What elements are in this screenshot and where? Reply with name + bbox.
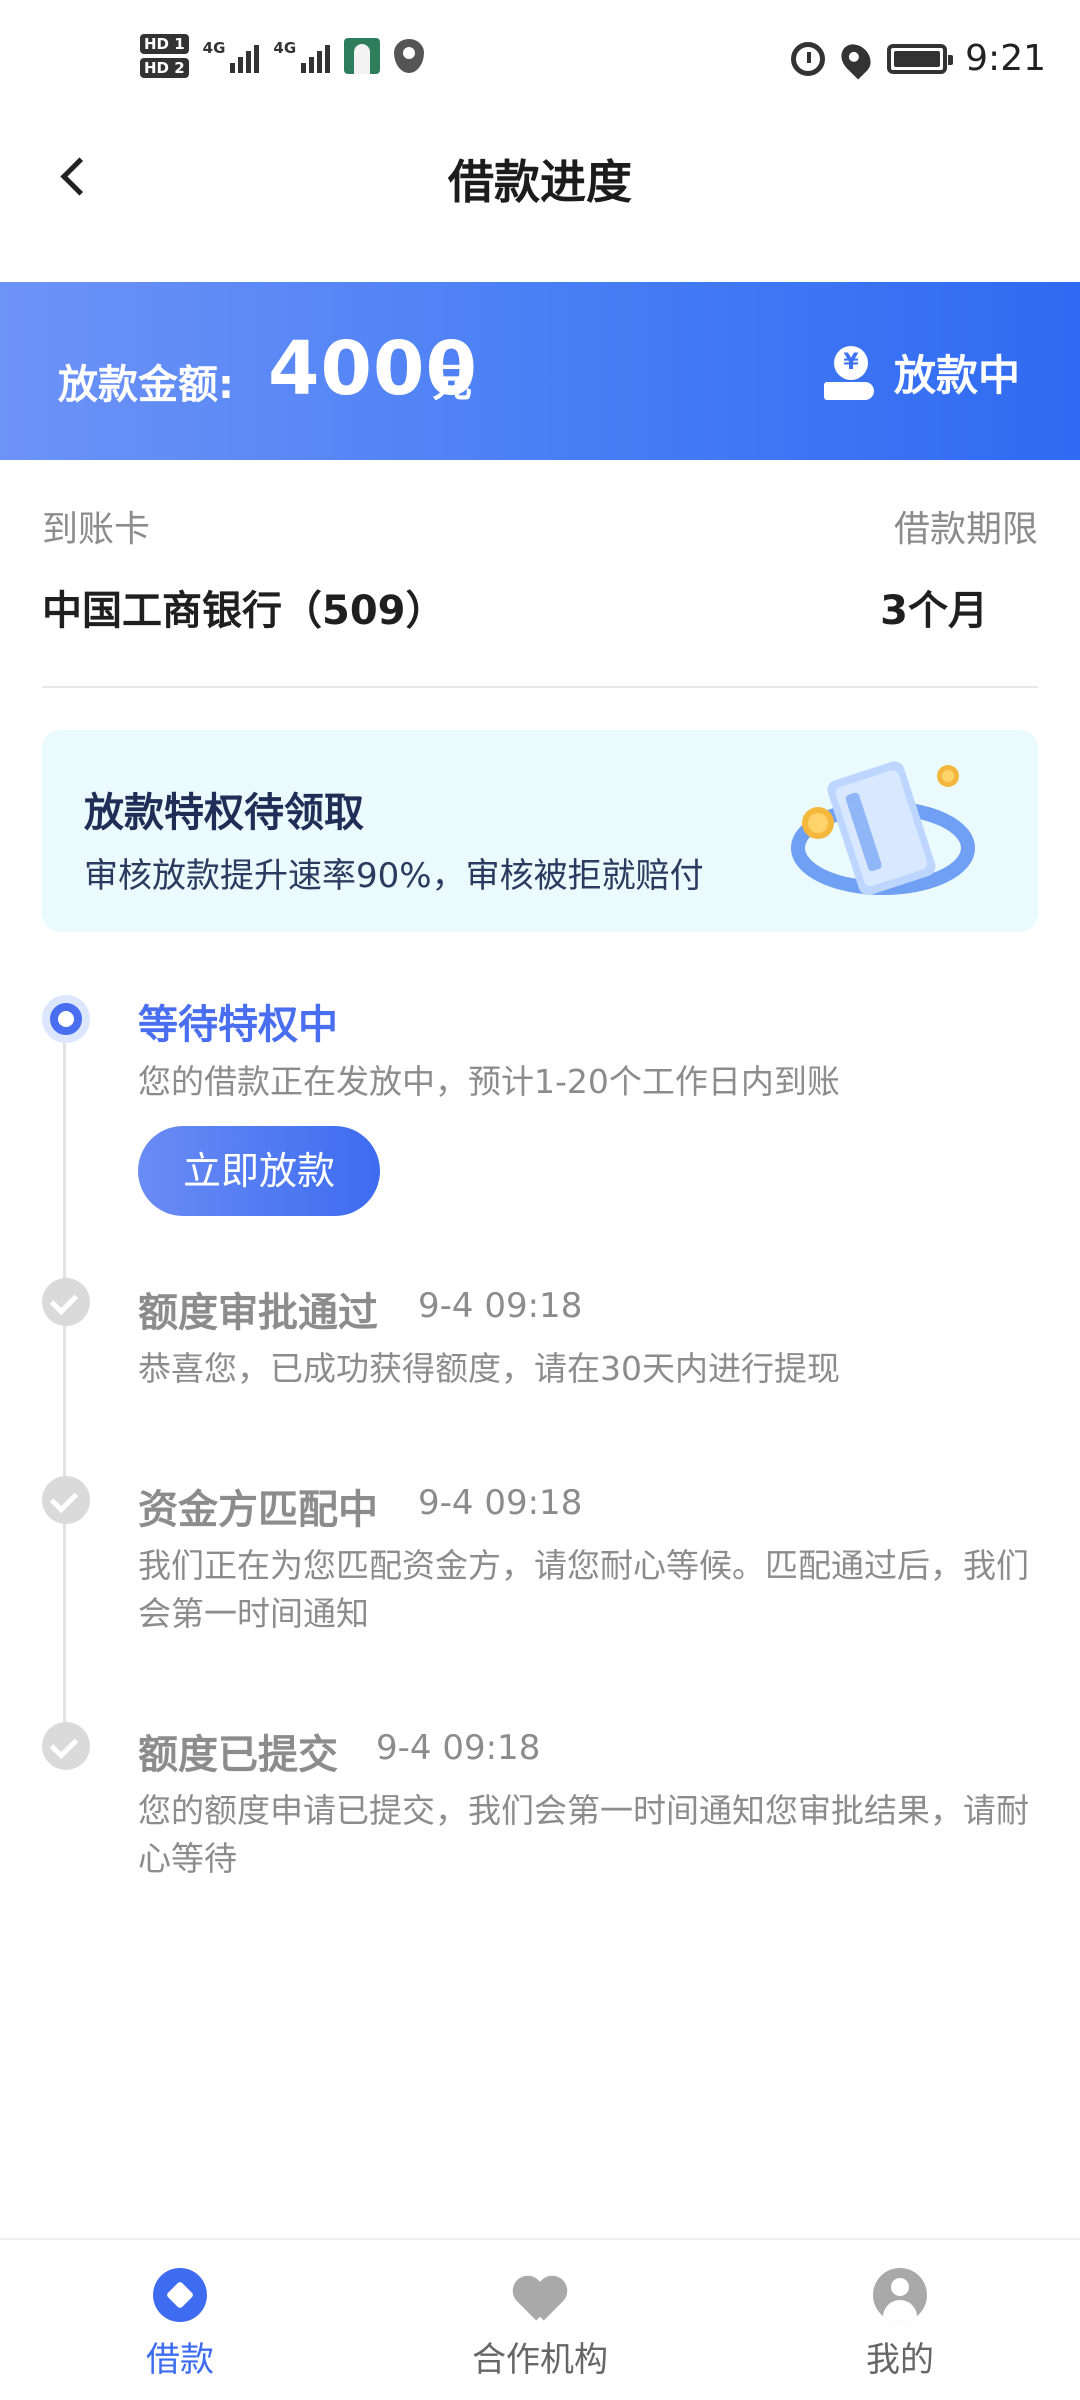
privilege-title: 放款特权待领取	[84, 790, 364, 836]
card-label: 到账卡	[42, 509, 151, 550]
status-bar-right: 9:21	[791, 37, 1046, 80]
tab-partners[interactable]: 合作机构	[440, 2268, 640, 2381]
alarm-icon	[791, 41, 826, 76]
page-title: 借款进度	[448, 155, 632, 209]
step-time: 9-4 09:18	[418, 1286, 583, 1326]
step-active-dot-icon	[42, 995, 90, 1043]
shield-icon	[394, 39, 425, 73]
loan-amount-banner: 放款金额: 4000 元 ¥ 放款中	[0, 282, 1080, 460]
hd2-badge: HD 2	[140, 58, 189, 78]
loan-status: ¥ 放款中	[823, 342, 1020, 403]
timeline-line	[63, 1030, 66, 1750]
step-desc: 您的借款正在发放中，预计1-20个工作日内到账	[138, 1062, 840, 1101]
network-1-label: 4G	[202, 39, 226, 57]
term-label: 借款期限	[893, 509, 1038, 550]
step-title: 等待特权中	[138, 1002, 338, 1048]
status-text: 放款中	[893, 351, 1020, 400]
step-desc: 您的额度申请已提交，我们会第一时间通知您审批结果，请耐心等待	[138, 1791, 1029, 1878]
step-time: 9-4 09:18	[418, 1483, 583, 1523]
nav-bar: 借款进度	[0, 110, 1080, 280]
amount-label: 放款金额:	[58, 362, 234, 408]
step-title: 资金方匹配中	[138, 1487, 378, 1533]
amount-unit: 元	[432, 360, 472, 406]
tab-label: 合作机构	[472, 2340, 608, 2380]
signal-2-icon: 4G	[273, 39, 331, 73]
step-time: 9-4 09:18	[376, 1728, 541, 1768]
step-title: 额度已提交	[138, 1732, 338, 1778]
notification-avatar-icon	[344, 38, 381, 74]
check-circle-icon	[42, 1476, 90, 1524]
partner-icon	[513, 2268, 567, 2322]
step-desc: 我们正在为您匹配资金方，请您耐心等候。匹配通过后，我们会第一时间通知	[138, 1546, 1029, 1633]
hd-indicators: HD 1 HD 2	[140, 34, 189, 78]
loan-icon	[153, 2268, 207, 2322]
card-coin-illustration-icon	[791, 761, 975, 896]
tab-label: 借款	[146, 2340, 214, 2380]
privilege-card[interactable]: 放款特权待领取 审核放款提升速率90%，审核被拒就赔付	[42, 730, 1038, 932]
check-circle-icon	[42, 1722, 90, 1770]
signal-1-icon: 4G	[203, 39, 260, 73]
hand-coin-icon: ¥	[823, 345, 874, 400]
location-icon	[835, 37, 877, 80]
profile-icon	[873, 2268, 927, 2322]
step-title: 额度审批通过	[138, 1290, 378, 1336]
network-2-label: 4G	[273, 39, 297, 57]
bottom-tab-bar: 借款 合作机构 我的	[0, 2238, 1080, 2400]
status-time: 9:21	[965, 38, 1046, 79]
tab-mine[interactable]: 我的	[800, 2268, 1000, 2381]
battery-icon	[887, 43, 954, 74]
status-bar-left: HD 1 HD 2 4G 4G	[140, 34, 425, 78]
coin-glyph: ¥	[833, 345, 868, 380]
hd1-badge: HD 1	[140, 34, 189, 54]
check-circle-icon	[42, 1278, 90, 1326]
tab-loan[interactable]: 借款	[80, 2268, 280, 2381]
tab-label: 我的	[866, 2340, 934, 2380]
divider	[42, 686, 1038, 688]
privilege-subtitle: 审核放款提升速率90%，审核被拒就赔付	[84, 856, 704, 896]
status-bar: HD 1 HD 2 4G 4G 9:21	[0, 0, 1080, 110]
release-now-button[interactable]: 立即放款	[138, 1126, 380, 1216]
term-value: 3个月	[880, 588, 988, 634]
card-value: 中国工商银行（509）	[42, 588, 446, 634]
step-desc: 恭喜您，已成功获得额度，请在30天内进行提现	[138, 1349, 840, 1388]
